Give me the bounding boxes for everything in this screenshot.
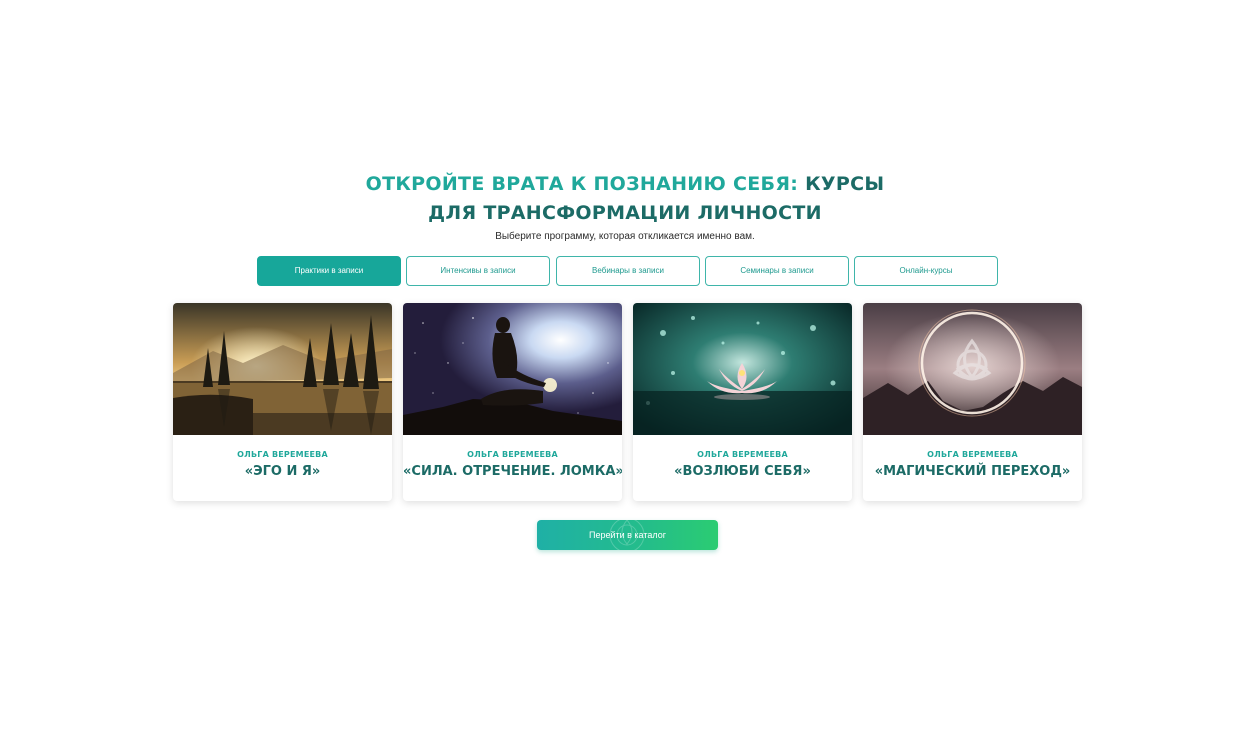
section-heading: Откройте врата к познанию себя: курсы дл… bbox=[0, 170, 1250, 228]
course-card[interactable]: Ольга Веремеева «Магический переход» bbox=[863, 303, 1082, 501]
misty-lake-image bbox=[173, 303, 392, 435]
cta-label: Перейти в каталог bbox=[588, 530, 667, 540]
category-tabs: Практики в записи Интенсивы в записи Веб… bbox=[257, 256, 998, 286]
card-title: «Магический переход» bbox=[874, 464, 1071, 479]
card-author: Ольга Веремеева bbox=[927, 450, 1018, 459]
tab-intensives[interactable]: Интенсивы в записи bbox=[406, 256, 550, 286]
card-title: «Возлюби себя» bbox=[674, 464, 811, 479]
course-card[interactable]: Ольга Веремеева «Эго и Я» bbox=[173, 303, 392, 501]
tab-practices[interactable]: Практики в записи bbox=[257, 256, 401, 286]
card-title: «Сила. Отречение. Ломка» bbox=[403, 464, 622, 479]
tab-seminars[interactable]: Семинары в записи bbox=[705, 256, 849, 286]
meditation-galaxy-image bbox=[403, 303, 622, 435]
card-author: Ольга Веремеева bbox=[697, 450, 788, 459]
tab-online-courses[interactable]: Онлайн-курсы bbox=[854, 256, 998, 286]
course-card[interactable]: Ольга Веремеева «Возлюби себя» bbox=[633, 303, 852, 501]
go-to-catalog-button[interactable]: Перейти в каталог bbox=[537, 520, 718, 550]
card-title: «Эго и Я» bbox=[244, 464, 321, 479]
section-subtitle: Выберите программу, которая откликается … bbox=[495, 231, 755, 242]
card-author: Ольга Веремеева bbox=[237, 450, 328, 459]
tab-webinars[interactable]: Вебинары в записи bbox=[556, 256, 700, 286]
card-author: Ольга Веремеева bbox=[467, 450, 558, 459]
heading-line1-rest: курсы bbox=[805, 173, 885, 195]
heading-accent: Откройте врата к познанию себя: bbox=[365, 173, 799, 195]
heading-line2: для трансформации личности bbox=[428, 202, 822, 224]
course-card[interactable]: Ольга Веремеева «Сила. Отречение. Ломка» bbox=[403, 303, 622, 501]
triquetra-circle-image bbox=[863, 303, 1082, 435]
lotus-water-image bbox=[633, 303, 852, 435]
courses-section: Откройте врата к познанию себя: курсы дл… bbox=[0, 0, 1250, 750]
